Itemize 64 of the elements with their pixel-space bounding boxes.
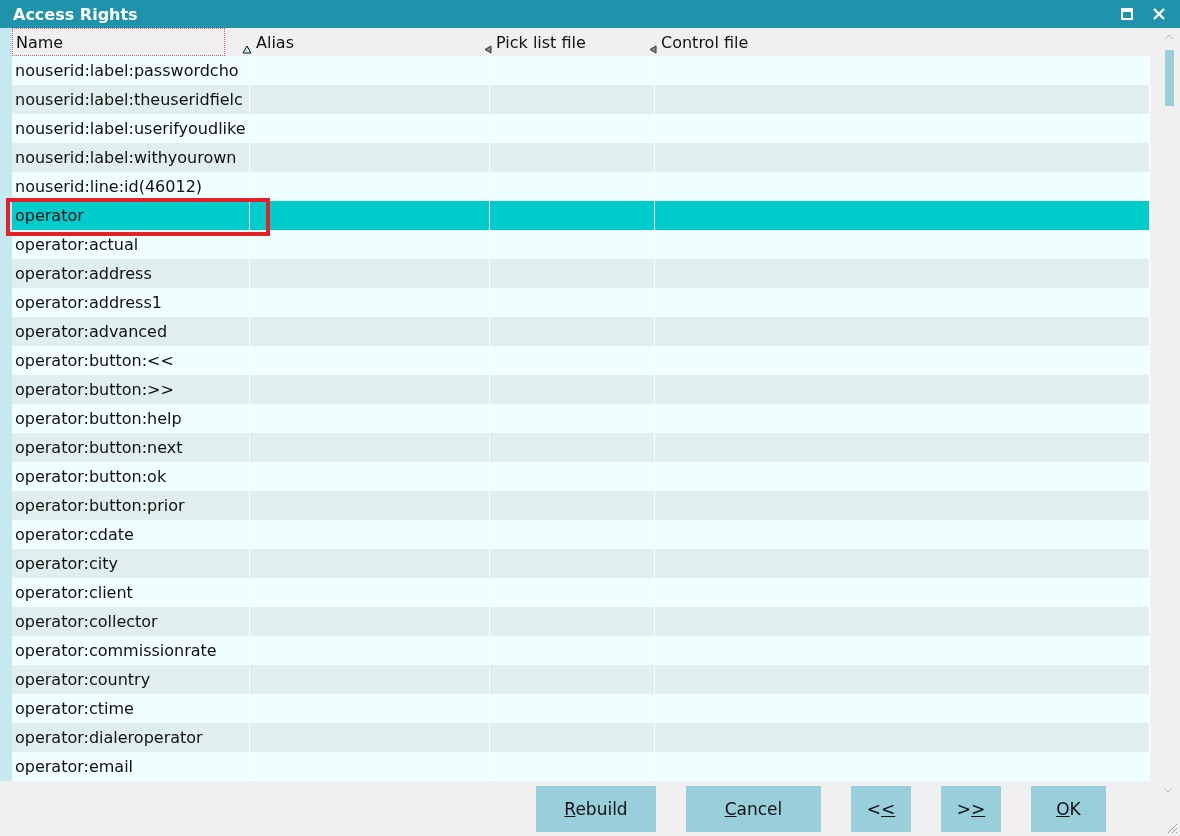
table-row[interactable]: nouserid:line:id(46012) <box>12 172 1150 201</box>
table-cell-text: nouserid:label:passwordcho <box>14 61 239 80</box>
table-row[interactable]: operator:city <box>12 549 1150 578</box>
table-row[interactable]: operator:button:prior <box>12 491 1150 520</box>
column-header[interactable]: Control file <box>657 28 753 56</box>
table-cell-text: operator:email <box>14 757 134 776</box>
table-row[interactable]: operator:ctime <box>12 694 1150 723</box>
table-row[interactable]: operator <box>12 201 1150 230</box>
table-cell-text: operator:city <box>14 554 118 573</box>
table-row[interactable]: operator:button:<< <box>12 346 1150 375</box>
table-cell-text: operator <box>14 206 84 225</box>
table-cell-text: operator:ctime <box>14 699 134 718</box>
column-header[interactable]: Alias <box>252 28 298 56</box>
table-cell-text: operator:actual <box>14 235 139 254</box>
table-row[interactable]: nouserid:label:withyourown <box>12 143 1150 172</box>
table-cell-text: operator:dialeroperator <box>14 728 203 747</box>
table-cell-text: operator:country <box>14 670 151 689</box>
table-cell-text: operator:advanced <box>14 322 168 341</box>
table-row[interactable]: operator:actual <box>12 230 1150 259</box>
table-cell-text: operator:address1 <box>14 293 162 312</box>
table-row[interactable]: operator:email <box>12 752 1150 781</box>
table-row[interactable]: operator:button:ok <box>12 462 1150 491</box>
table-row[interactable]: operator:cdate <box>12 520 1150 549</box>
table-cell-text: operator:button:<< <box>14 351 174 370</box>
table-cell-text: nouserid:label:theuseridfielc <box>14 90 243 109</box>
table-row[interactable]: operator:dialeroperator <box>12 723 1150 752</box>
table-cell-text: nouserid:label:withyourown <box>14 148 237 167</box>
window-title: Access Rights <box>13 4 139 24</box>
table-row[interactable]: operator:button:next <box>12 433 1150 462</box>
scrollbar-thumb[interactable] <box>1164 50 1174 106</box>
table-row[interactable]: operator:advanced <box>12 317 1150 346</box>
table-cell-text: operator:button:help <box>14 409 182 428</box>
table-cell-text: operator:button:prior <box>14 496 185 515</box>
table-cell-text: operator:button:ok <box>14 467 167 486</box>
table-cell-text: nouserid:label:userifyoudlike <box>14 119 246 138</box>
table-row[interactable]: nouserid:label:userifyoudlike <box>12 114 1150 143</box>
table-row[interactable]: nouserid:label:theuseridfielc <box>12 85 1150 114</box>
scroll-up-icon[interactable] <box>1164 34 1174 40</box>
dialog-button[interactable]: Rebuild <box>536 785 656 832</box>
table-row[interactable]: operator:collector <box>12 607 1150 636</box>
table-cell-text: operator:button:next <box>14 438 183 457</box>
table-cell-text: operator:button:>> <box>14 380 174 399</box>
dialog-button[interactable]: << <box>851 785 911 832</box>
table-row[interactable]: nouserid:label:passwordcho <box>12 56 1150 85</box>
table-cell-text: operator:address <box>14 264 152 283</box>
column-header[interactable]: Pick list file <box>492 28 590 56</box>
table-cell-text: operator:client <box>14 583 133 602</box>
maximize-button[interactable] <box>1118 5 1136 23</box>
table-row[interactable]: operator:button:help <box>12 404 1150 433</box>
table-row[interactable]: operator:commissionrate <box>12 636 1150 665</box>
table-cell-text: operator:commissionrate <box>14 641 217 660</box>
table-row[interactable]: operator:country <box>12 665 1150 694</box>
resize-grip-icon[interactable] <box>1166 822 1178 834</box>
table-row[interactable]: operator:address1 <box>12 288 1150 317</box>
table-cell-text: nouserid:line:id(46012) <box>14 177 203 196</box>
dialog-button[interactable]: Cancel <box>686 785 821 832</box>
dialog-button[interactable]: >> <box>941 785 1001 832</box>
table-cell-text: operator:collector <box>14 612 158 631</box>
scroll-down-icon[interactable] <box>1163 787 1173 793</box>
table-row[interactable]: operator:client <box>12 578 1150 607</box>
table-row[interactable]: operator:address <box>12 259 1150 288</box>
table-cell-text: operator:cdate <box>14 525 134 544</box>
table-row[interactable]: operator:button:>> <box>12 375 1150 404</box>
dialog-button[interactable]: OK <box>1031 785 1106 832</box>
